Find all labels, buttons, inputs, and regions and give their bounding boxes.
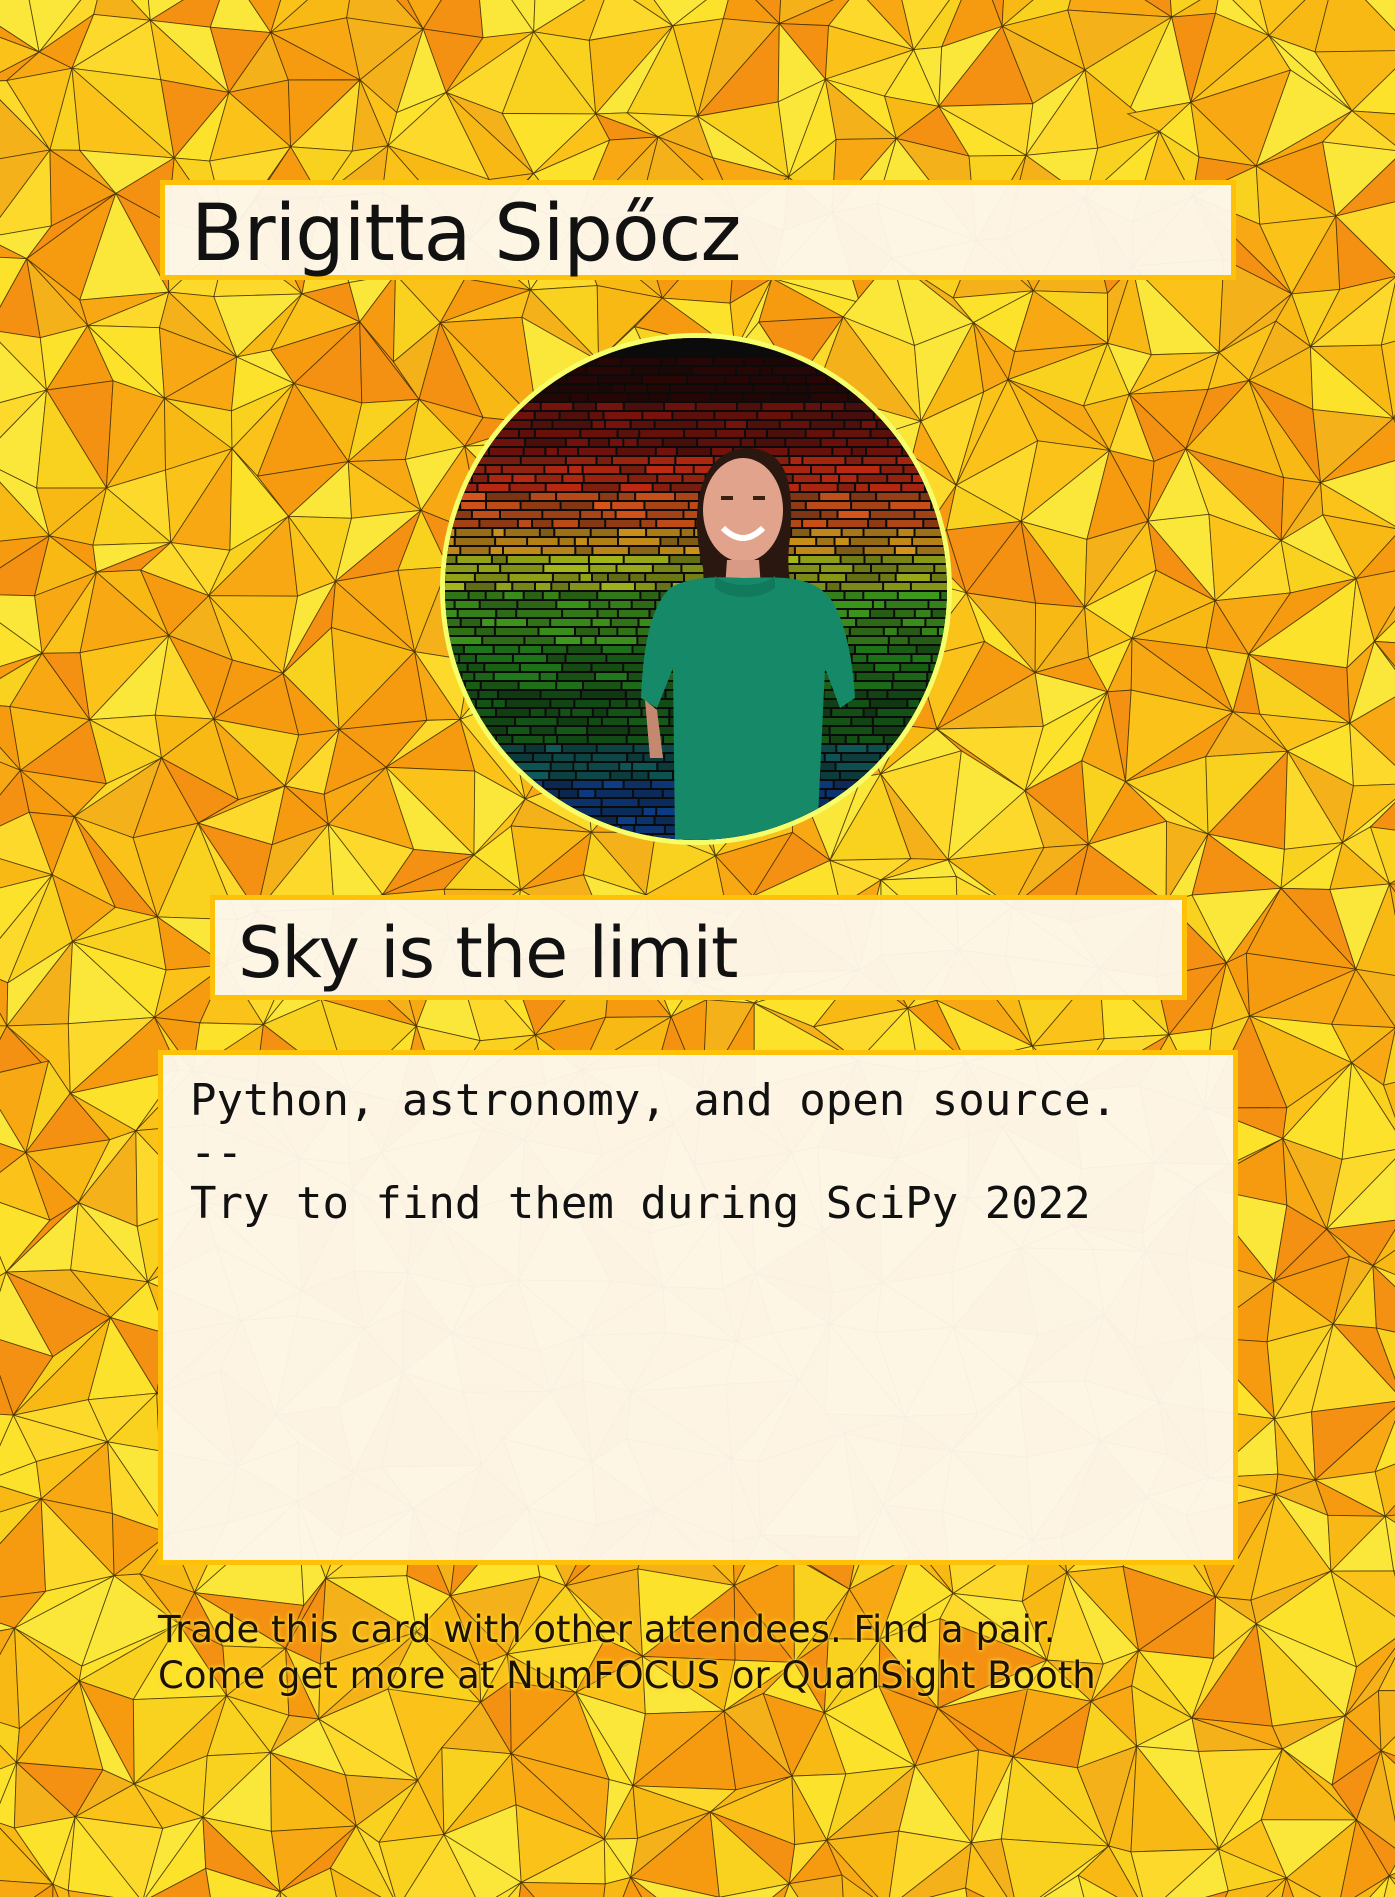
tagline: Sky is the limit — [238, 912, 738, 994]
portrait-photo — [440, 333, 952, 845]
description-panel: Python, astronomy, and open source. -- T… — [158, 1050, 1238, 1565]
description-line: Python, astronomy, and open source. — [190, 1075, 1118, 1126]
name-panel: Brigitta Sipőcz — [160, 180, 1236, 280]
description-separator: -- — [190, 1127, 243, 1178]
tagline-panel: Sky is the limit — [210, 895, 1187, 1000]
footer-text: Trade this card with other attendees. Fi… — [158, 1608, 1056, 1651]
description-line: Try to find them during SciPy 2022 — [190, 1178, 1091, 1229]
person-name: Brigitta Sipőcz — [191, 189, 741, 279]
footer-text: Come get more at NumFOCUS or QuanSight B… — [158, 1654, 1096, 1697]
